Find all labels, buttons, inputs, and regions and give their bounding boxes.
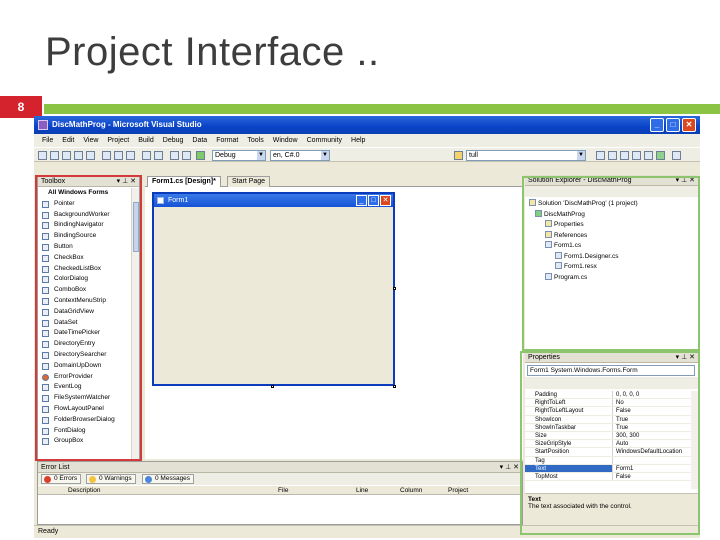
form1-window[interactable]: Form1 _ □ ✕ <box>152 192 395 386</box>
messages-filter-button[interactable]: 0 Messages <box>142 474 195 484</box>
navigate-forward-icon[interactable] <box>182 151 191 160</box>
form-designer: Form1.cs [Design]* Start Page Form1 _ □ … <box>145 175 523 459</box>
filter-label: 0 Messages <box>155 475 191 482</box>
form-minimize-button: _ <box>356 195 367 206</box>
form1-titlebar: Form1 _ □ ✕ <box>154 194 393 207</box>
visual-studio-icon <box>38 120 48 130</box>
errors-filter-button[interactable]: 0 Errors <box>41 474 82 484</box>
open-file-icon[interactable] <box>62 151 71 160</box>
configuration-combo[interactable]: Debug ▼ <box>212 150 266 161</box>
error-list-header: Error List ▾ ⊥ ✕ <box>38 462 522 473</box>
menu-project[interactable]: Project <box>107 134 129 147</box>
document-tabs: Form1.cs [Design]* Start Page <box>145 175 523 187</box>
minimize-button[interactable]: _ <box>650 118 664 132</box>
pin-icon[interactable]: ▾ ⊥ ✕ <box>500 462 519 473</box>
error-icon <box>44 476 51 483</box>
solution-explorer-highlight <box>522 176 700 351</box>
find-combo[interactable]: tull ▼ <box>466 150 586 161</box>
menu-bar: File Edit View Project Build Debug Data … <box>34 134 700 147</box>
tab-start-page[interactable]: Start Page <box>227 176 271 187</box>
solution-explorer-icon[interactable] <box>596 151 605 160</box>
error-list-panel: Error List ▾ ⊥ ✕ 0 Errors 0 Warnings 0 M… <box>37 461 523 525</box>
filter-label: 0 Errors <box>54 475 78 482</box>
form-maximize-button: □ <box>368 195 379 206</box>
copy-icon[interactable] <box>114 151 123 160</box>
slide-title: Project Interface .. <box>45 30 380 74</box>
save-icon[interactable] <box>74 151 83 160</box>
toolbar-options-icon[interactable] <box>672 151 681 160</box>
chevron-down-icon: ▼ <box>321 151 329 160</box>
menu-format[interactable]: Format <box>216 134 238 147</box>
undo-icon[interactable] <box>142 151 151 160</box>
menu-debug[interactable]: Debug <box>163 134 184 147</box>
cut-icon[interactable] <box>102 151 111 160</box>
platform-value: en, C#.0 <box>273 152 300 159</box>
column-column[interactable]: Column <box>400 486 422 495</box>
chevron-down-icon: ▼ <box>577 151 585 160</box>
tab-form1-design[interactable]: Form1.cs [Design]* <box>147 176 221 187</box>
add-item-icon[interactable] <box>50 151 59 160</box>
error-list-columns: Description File Line Column Project <box>38 486 522 495</box>
title-rule <box>44 104 720 114</box>
navigate-back-icon[interactable] <box>170 151 179 160</box>
standard-toolbar: Debug ▼ en, C#.0 ▼ tull ▼ <box>34 147 700 162</box>
resize-handle-corner[interactable] <box>393 385 396 388</box>
maximize-button[interactable]: □ <box>666 118 680 132</box>
menu-build[interactable]: Build <box>138 134 154 147</box>
redo-icon[interactable] <box>154 151 163 160</box>
column-file[interactable]: File <box>278 486 288 495</box>
menu-view[interactable]: View <box>83 134 98 147</box>
column-description[interactable]: Description <box>68 486 101 495</box>
find-value: tull <box>469 152 478 159</box>
find-in-files-icon[interactable] <box>454 151 463 160</box>
configuration-value: Debug <box>215 152 236 159</box>
properties-window-icon[interactable] <box>608 151 617 160</box>
form-close-button: ✕ <box>380 195 391 206</box>
column-line[interactable]: Line <box>356 486 368 495</box>
error-list-filters: 0 Errors 0 Warnings 0 Messages <box>38 473 522 485</box>
menu-file[interactable]: File <box>42 134 53 147</box>
properties-highlight <box>520 351 700 535</box>
column-project[interactable]: Project <box>448 486 468 495</box>
menu-edit[interactable]: Edit <box>62 134 74 147</box>
warnings-filter-button[interactable]: 0 Warnings <box>86 474 136 484</box>
new-project-icon[interactable] <box>38 151 47 160</box>
save-all-icon[interactable] <box>86 151 95 160</box>
page-number: 8 <box>0 96 42 118</box>
paste-icon[interactable] <box>126 151 135 160</box>
start-debug-icon[interactable] <box>196 151 205 160</box>
toolbox-highlight <box>35 175 142 461</box>
object-browser-icon[interactable] <box>620 151 629 160</box>
document-outline-icon[interactable] <box>656 151 665 160</box>
menu-tools[interactable]: Tools <box>247 134 263 147</box>
filter-label: 0 Warnings <box>99 475 132 482</box>
menu-help[interactable]: Help <box>351 134 365 147</box>
menu-community[interactable]: Community <box>307 134 342 147</box>
error-list-title: Error List <box>41 464 70 471</box>
window-title: DiscMathProg - Microsoft Visual Studio <box>52 120 202 129</box>
toolbox-icon[interactable] <box>632 151 641 160</box>
info-icon <box>145 476 152 483</box>
warning-icon <box>89 476 96 483</box>
form-icon <box>157 197 164 204</box>
chevron-down-icon: ▼ <box>257 151 265 160</box>
resize-handle-right[interactable] <box>393 287 396 290</box>
resize-handle-bottom[interactable] <box>271 385 274 388</box>
form1-title: Form1 <box>168 197 189 204</box>
close-button[interactable]: ✕ <box>682 118 696 132</box>
window-titlebar[interactable]: DiscMathProg - Microsoft Visual Studio _… <box>34 116 700 134</box>
platform-combo[interactable]: en, C#.0 ▼ <box>270 150 330 161</box>
menu-window[interactable]: Window <box>273 134 298 147</box>
menu-data[interactable]: Data <box>192 134 207 147</box>
start-page-icon[interactable] <box>644 151 653 160</box>
